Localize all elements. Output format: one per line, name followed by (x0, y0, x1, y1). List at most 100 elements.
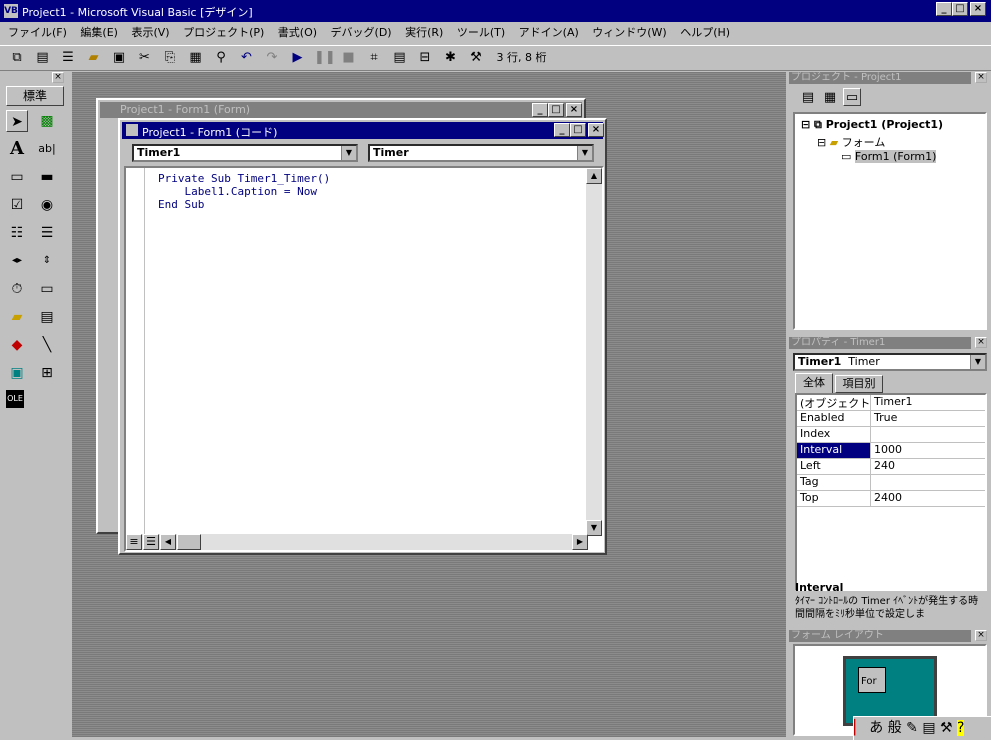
menu-debug[interactable]: デバッグ(D) (331, 26, 392, 39)
property-row[interactable]: Left 240 (797, 459, 985, 475)
property-row-selected[interactable]: Interval 1000 (797, 443, 985, 459)
pointer-icon[interactable]: ➤ (6, 110, 28, 132)
dirlistbox-icon[interactable]: ▰ (6, 306, 28, 328)
ime-tools-icon[interactable]: ✎ (906, 720, 918, 736)
menu-run[interactable]: 実行(R) (405, 26, 443, 39)
checkbox-icon[interactable]: ☑ (6, 194, 28, 216)
project-panel-close-button[interactable]: × (975, 72, 987, 83)
add-project-icon[interactable]: ⧉ (8, 49, 26, 67)
code-window-maximize-button[interactable]: □ (570, 123, 586, 137)
scroll-down-icon[interactable]: ▼ (586, 520, 602, 536)
toggle-folders-icon[interactable]: ▭ (843, 88, 861, 106)
cut-icon[interactable]: ✂ (136, 49, 154, 67)
commandbutton-icon[interactable]: ▬ (36, 166, 58, 188)
drivelistbox-icon[interactable]: ▭ (36, 278, 58, 300)
maximize-button[interactable]: □ (952, 2, 968, 16)
menu-edit[interactable]: 編集(E) (80, 26, 118, 39)
menu-tools[interactable]: ツール(T) (457, 26, 505, 39)
form-designer-maximize-button[interactable]: □ (548, 103, 564, 117)
object-selector[interactable]: Timer1 Timer ▼ (793, 353, 987, 371)
image-icon[interactable]: ▣ (6, 362, 28, 384)
toolbox-close-button[interactable]: × (52, 72, 64, 83)
hscrollbar-icon[interactable]: ◂▸ (6, 250, 28, 272)
view-object-icon[interactable]: ▦ (821, 89, 839, 107)
combobox-icon[interactable]: ☷ (6, 222, 28, 244)
property-row[interactable]: Top 2400 (797, 491, 985, 507)
pause-icon[interactable]: ❚❚ (314, 49, 336, 67)
minimize-button[interactable]: _ (936, 2, 952, 16)
property-value[interactable] (871, 427, 985, 442)
property-row[interactable]: Enabled True (797, 411, 985, 427)
property-row[interactable]: Index (797, 427, 985, 443)
paste-icon[interactable]: ▦ (187, 49, 205, 67)
form-designer-minimize-button[interactable]: _ (532, 103, 548, 117)
chevron-down-icon[interactable]: ▼ (341, 146, 356, 160)
picturebox-icon[interactable]: ▩ (36, 110, 58, 132)
menu-file[interactable]: ファイル(F) (8, 26, 67, 39)
menu-addins[interactable]: アドイン(A) (519, 26, 579, 39)
form-layout-close-button[interactable]: × (975, 630, 987, 641)
redo-icon[interactable]: ↷ (263, 49, 281, 67)
property-row[interactable]: (オブジェクト名)Timer1 (797, 395, 985, 411)
menu-help[interactable]: ヘルプ(H) (680, 26, 730, 39)
property-value[interactable]: 240 (871, 459, 985, 474)
chevron-down-icon[interactable]: ▼ (970, 355, 985, 369)
ime-properties-icon[interactable]: ⚒ (940, 720, 953, 736)
timer-icon[interactable]: ⏱ (6, 278, 28, 300)
project-explorer-icon[interactable]: ⌗ (365, 49, 383, 67)
code-editor[interactable]: Private Sub Timer1_Timer() Label1.Captio… (124, 166, 604, 552)
property-value[interactable]: True (871, 411, 985, 426)
label-icon[interactable]: A (6, 138, 28, 160)
ime-pad-icon[interactable]: ▤ (922, 720, 935, 736)
scroll-up-icon[interactable]: ▲ (586, 168, 602, 184)
code-window-close-button[interactable]: × (588, 123, 604, 137)
run-icon[interactable]: ▶ (289, 49, 307, 67)
tab-alphabetic[interactable]: 全体 (795, 373, 833, 393)
property-value[interactable]: Timer1 (871, 395, 985, 410)
textbox-icon[interactable]: ab| (36, 138, 58, 160)
menu-project[interactable]: プロジェクト(P) (183, 26, 264, 39)
property-value[interactable]: 1000 (871, 443, 985, 458)
scroll-left-icon[interactable]: ◀ (160, 534, 176, 550)
line-icon[interactable]: ╲ (36, 334, 58, 356)
menu-format[interactable]: 書式(O) (278, 26, 317, 39)
properties-panel-close-button[interactable]: × (975, 337, 987, 348)
tree-node-forms-folder[interactable]: ⊟ ▰ フォーム (817, 134, 885, 150)
procedure-combo[interactable]: Timer ▼ (368, 144, 594, 162)
scroll-right-icon[interactable]: ▶ (572, 534, 588, 550)
stop-icon[interactable]: ■ (340, 49, 358, 67)
close-button[interactable]: × (970, 2, 986, 16)
listbox-icon[interactable]: ☰ (36, 222, 58, 244)
shape-icon[interactable]: ◆ (6, 334, 28, 356)
ime-input-mode[interactable]: あ (869, 720, 883, 736)
property-value[interactable] (871, 475, 985, 490)
properties-window-icon[interactable]: ▤ (391, 49, 409, 67)
toolbox-icon[interactable]: ⚒ (467, 49, 485, 67)
form-preview[interactable]: For (858, 667, 886, 693)
ole-icon[interactable]: OLE (6, 390, 24, 408)
filelistbox-icon[interactable]: ▤ (36, 306, 58, 328)
code-window-minimize-button[interactable]: _ (554, 123, 570, 137)
ime-conversion-mode[interactable]: 般 (888, 720, 902, 736)
ime-help-icon[interactable]: ? (957, 720, 965, 736)
code-text[interactable]: Private Sub Timer1_Timer() Label1.Captio… (158, 172, 330, 211)
object-browser-icon[interactable]: ✱ (442, 49, 460, 67)
menu-view[interactable]: 表示(V) (131, 26, 169, 39)
toolbox-tab-general[interactable]: 標準 (6, 86, 64, 106)
vertical-scrollbar[interactable]: ▲ ▼ (586, 168, 602, 536)
find-icon[interactable]: ⚲ (212, 49, 230, 67)
save-icon[interactable]: ▣ (110, 49, 128, 67)
property-row[interactable]: Tag (797, 475, 985, 491)
menu-window[interactable]: ウィンドウ(W) (592, 26, 666, 39)
tree-node-form1[interactable]: ▭ Form1 (Form1) (841, 150, 937, 163)
tab-categorized[interactable]: 項目別 (835, 375, 883, 393)
undo-icon[interactable]: ↶ (238, 49, 256, 67)
copy-icon[interactable]: ⎘ (161, 49, 179, 67)
frame-icon[interactable]: ▭ (6, 166, 28, 188)
horizontal-scrollbar[interactable]: ≡ ☰ ◀ ▶ (126, 534, 588, 550)
data-control-icon[interactable]: ⊞ (36, 362, 58, 384)
scroll-thumb[interactable] (177, 534, 201, 550)
procedure-view-icon[interactable]: ≡ (126, 534, 142, 550)
full-module-view-icon[interactable]: ☰ (143, 534, 159, 550)
open-folder-icon[interactable]: ▰ (85, 49, 103, 67)
